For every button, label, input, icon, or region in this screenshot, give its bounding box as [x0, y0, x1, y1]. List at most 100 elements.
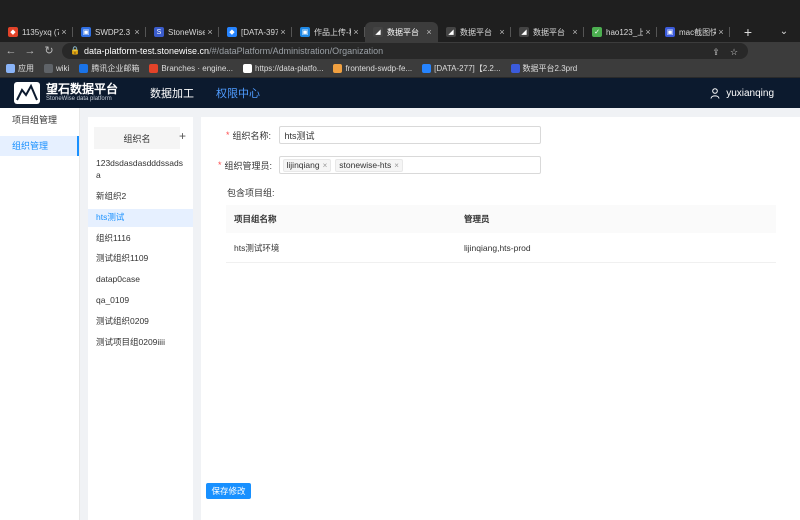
tab-close-icon[interactable]: × [643, 27, 653, 37]
organization-item[interactable]: 测试组织0209 [88, 313, 193, 331]
doc-icon [510, 64, 520, 73]
bookmark-item[interactable]: 数据平台2.3prd [510, 63, 578, 74]
column-header-project: 项目组名称 [234, 214, 277, 224]
add-organization-icon[interactable]: + [179, 129, 186, 143]
tab-label: hao123_上网 [606, 27, 643, 37]
tab-favicon-icon: ▣ [665, 27, 675, 37]
browser-tab[interactable]: ◆ 1135yxq (77× [0, 22, 73, 42]
save-button[interactable]: 保存修改 [206, 483, 251, 499]
url-path: /#/dataPlatform/Administration/Organizat… [209, 46, 384, 56]
user-menu[interactable]: yuxianqing [710, 78, 774, 108]
organization-item[interactable]: datap0case [88, 271, 193, 289]
mail-icon [79, 64, 89, 73]
tab-label: 1135yxq (77 [22, 27, 59, 37]
tag-close-icon[interactable]: × [394, 161, 399, 170]
sidebar-group-title[interactable]: 项目组管理 [0, 108, 79, 132]
logo-title: 望石数据平台 [46, 82, 119, 97]
user-icon [710, 87, 720, 99]
url-host: data-platform-test.stonewise.cn [84, 46, 210, 56]
required-mark: * [218, 160, 222, 170]
tab-close-icon[interactable]: × [351, 27, 361, 37]
logo-subtitle: StoneWise data platform [46, 96, 112, 103]
organization-item[interactable]: 测试组织1109 [88, 250, 193, 268]
admin-tag-label: stonewise-hts [339, 160, 392, 170]
lock-icon: 🔒 [70, 46, 80, 55]
admin-select[interactable]: lijinqiang × stonewise-hts × [278, 156, 541, 174]
admin-row: * 组织管理员: lijinqiang × stonewise-hts × [218, 156, 541, 174]
browser-tab[interactable]: ◢ 数据平台 × [511, 22, 584, 42]
organization-name-input[interactable]: hts测试 [278, 126, 541, 144]
tab-close-icon[interactable]: × [205, 27, 215, 37]
share-icon[interactable]: ⇪ [710, 44, 722, 60]
bookmarks-bar: 应用 wiki 腾讯企业邮箱 Branches · engine... http… [0, 60, 800, 78]
organization-name-value: hts测试 [284, 130, 315, 141]
new-tab-button[interactable]: + [740, 22, 756, 42]
tag-close-icon[interactable]: × [323, 161, 328, 170]
required-mark: * [226, 130, 230, 140]
wiki-icon [44, 64, 53, 73]
tab-favicon-icon: ◢ [373, 27, 383, 37]
organization-list-header: 组织名 [94, 127, 180, 149]
browser-tab[interactable]: ▣ mac截图快捷× [657, 22, 730, 42]
tab-favicon-icon: ▣ [81, 27, 91, 37]
browser-tab-active[interactable]: ◢ 数据平台 × [365, 22, 438, 42]
bookmark-label: wiki [56, 64, 70, 73]
organization-item[interactable]: qa_0109 [88, 292, 193, 310]
organization-item[interactable]: 123dsdasdasdddssadsa [88, 155, 193, 185]
app-logo[interactable]: 望石数据平台 StoneWise data platform [14, 82, 118, 104]
organization-item[interactable]: 组织1116 [88, 230, 193, 248]
table-row: hts测试环境 lijinqiang,hts-prod [226, 233, 776, 263]
tab-label: 作品上传-程 [314, 27, 351, 37]
apps-grid-icon [6, 64, 15, 73]
nav-data-processing[interactable]: 数据加工 [150, 85, 194, 101]
gitlab-icon [149, 64, 159, 73]
tab-close-icon[interactable]: × [132, 27, 142, 37]
name-label: 组织名称: [232, 130, 272, 141]
bookmark-item[interactable]: 应用 [6, 63, 34, 74]
tab-strip: ◆1135yxq (77× ▣SWDP2.3× SStoneWise× ◆[DA… [0, 22, 730, 42]
tab-search-chevron-icon[interactable]: ⌄ [776, 22, 792, 42]
url-bar[interactable]: 🔒 data-platform-test.stonewise.cn/#/data… [62, 43, 748, 59]
organization-item[interactable]: 测试项目组0209iiii [88, 334, 193, 352]
tab-close-icon[interactable]: × [424, 27, 434, 37]
tab-favicon-icon: ✓ [592, 27, 602, 37]
tab-label: SWDP2.3 [95, 27, 131, 37]
site-icon [333, 64, 343, 73]
bookmark-item[interactable]: https://data-platfo... [242, 64, 324, 73]
bookmark-item[interactable]: frontend-swdp-fe... [333, 64, 412, 73]
name-row: * 组织名称: hts测试 [226, 126, 541, 144]
bookmark-item[interactable]: 腾讯企业邮箱 [79, 63, 139, 74]
bookmark-label: https://data-platfo... [254, 64, 324, 73]
browser-tab[interactable]: ▣ SWDP2.3 × [73, 22, 146, 42]
tab-close-icon[interactable]: × [497, 27, 507, 37]
organization-item-selected[interactable]: hts测试 [88, 208, 193, 227]
bookmark-item[interactable]: Branches · engine... [149, 64, 233, 73]
bookmark-star-icon[interactable]: ☆ [728, 44, 740, 60]
project-group-table: 项目组名称 管理员 hts测试环境 lijinqiang,hts-prod [226, 205, 776, 263]
bookmark-item[interactable]: wiki [44, 64, 69, 73]
address-toolbar: ← → ↻ 🔒 data-platform-test.stonewise.cn /… [0, 42, 800, 99]
browser-tab[interactable]: ◆ [DATA-397] × [219, 22, 292, 42]
tab-close-icon[interactable]: × [278, 27, 288, 37]
bookmark-label: frontend-swdp-fe... [345, 64, 413, 73]
bookmark-item[interactable]: [DATA-277]【2.2... [422, 63, 501, 74]
tab-label: 数据平台 [533, 27, 565, 37]
reload-icon[interactable]: ↻ [41, 43, 57, 59]
tab-close-icon[interactable]: × [570, 27, 580, 37]
forward-arrow-icon[interactable]: → [22, 43, 38, 59]
back-arrow-icon[interactable]: ← [3, 43, 19, 59]
organization-item[interactable]: 新组织2 [88, 188, 193, 206]
tab-label: [DATA-397] [241, 27, 278, 37]
nav-permission-center[interactable]: 权限中心 [216, 85, 260, 101]
browser-tab[interactable]: ✓ hao123_上网× [584, 22, 657, 42]
browser-tab[interactable]: S StoneWise × [146, 22, 219, 42]
sidebar-item-organization[interactable]: 组织管理 [0, 136, 79, 156]
bookmark-label: 数据平台2.3prd [522, 64, 578, 73]
organization-list: 123dsdasdasdddssadsa 新组织2 hts测试组织1116 测试组织1… [88, 155, 193, 352]
browser-tab[interactable]: ◢ 数据平台 × [438, 22, 511, 42]
browser-tab[interactable]: ▣ 作品上传-程× [292, 22, 365, 42]
tab-close-icon[interactable]: × [59, 27, 69, 37]
site-icon [242, 64, 252, 73]
tab-close-icon[interactable]: × [716, 27, 726, 37]
tab-label: 数据平台 [387, 27, 419, 37]
